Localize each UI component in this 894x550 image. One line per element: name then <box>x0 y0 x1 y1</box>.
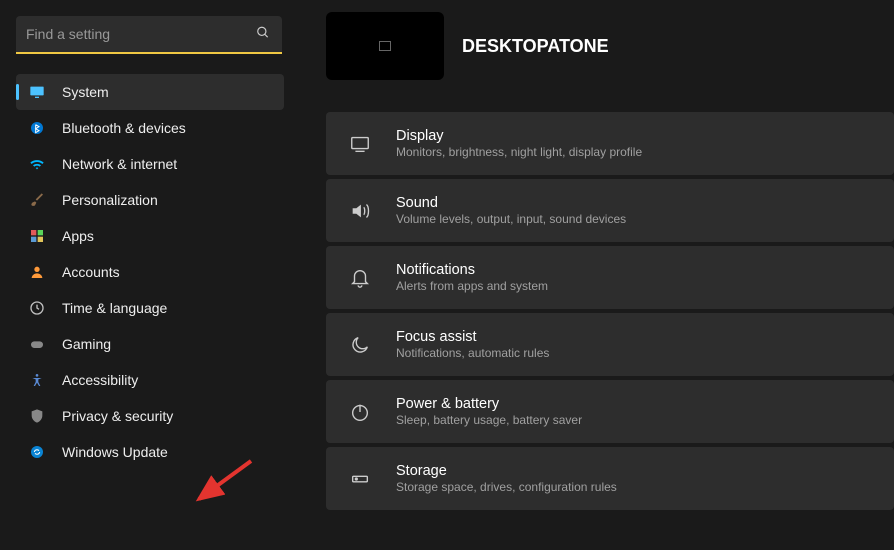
sidebar-item-label: Apps <box>62 228 94 244</box>
sidebar-item-bluetooth-devices[interactable]: Bluetooth & devices <box>16 110 284 146</box>
sidebar-item-windows-update[interactable]: Windows Update <box>16 434 284 470</box>
clock-globe-icon <box>28 299 46 317</box>
settings-card-focus-assist[interactable]: Focus assistNotifications, automatic rul… <box>326 313 894 376</box>
sidebar-item-label: Privacy & security <box>62 408 173 424</box>
card-title: Focus assist <box>396 329 549 345</box>
gaming-icon <box>28 335 46 353</box>
sidebar-item-label: Accessibility <box>62 372 138 388</box>
sidebar-item-system[interactable]: System <box>16 74 284 110</box>
system-header: DESKTOPATONE <box>300 12 894 80</box>
person-icon <box>28 263 46 281</box>
settings-card-notifications[interactable]: NotificationsAlerts from apps and system <box>326 246 894 309</box>
card-title: Storage <box>396 463 617 479</box>
apps-icon <box>28 227 46 245</box>
card-description: Volume levels, output, input, sound devi… <box>396 212 626 226</box>
card-description: Monitors, brightness, night light, displ… <box>396 145 642 159</box>
card-description: Notifications, automatic rules <box>396 346 549 360</box>
search-container <box>16 16 282 54</box>
card-description: Storage space, drives, configuration rul… <box>396 480 617 494</box>
card-title: Sound <box>396 195 626 211</box>
search-input[interactable] <box>16 16 282 54</box>
monitor-icon <box>28 83 46 101</box>
sidebar-item-label: Windows Update <box>62 444 168 460</box>
moon-icon <box>348 334 372 356</box>
sidebar-item-network-internet[interactable]: Network & internet <box>16 146 284 182</box>
sidebar-item-time-language[interactable]: Time & language <box>16 290 284 326</box>
sidebar-item-accounts[interactable]: Accounts <box>16 254 284 290</box>
storage-icon <box>348 468 372 490</box>
sidebar-item-apps[interactable]: Apps <box>16 218 284 254</box>
update-icon <box>28 443 46 461</box>
settings-card-display[interactable]: DisplayMonitors, brightness, night light… <box>326 112 894 175</box>
bell-icon <box>348 267 372 289</box>
sidebar-item-gaming[interactable]: Gaming <box>16 326 284 362</box>
display-icon <box>348 133 372 155</box>
sidebar-item-label: System <box>62 84 109 100</box>
card-title: Power & battery <box>396 396 582 412</box>
card-title: Display <box>396 128 642 144</box>
settings-card-sound[interactable]: SoundVolume levels, output, input, sound… <box>326 179 894 242</box>
sidebar-item-label: Network & internet <box>62 156 177 172</box>
sidebar-item-accessibility[interactable]: Accessibility <box>16 362 284 398</box>
accessibility-icon <box>28 371 46 389</box>
card-description: Sleep, battery usage, battery saver <box>396 413 582 427</box>
settings-card-power-battery[interactable]: Power & batterySleep, battery usage, bat… <box>326 380 894 443</box>
brush-icon <box>28 191 46 209</box>
bluetooth-icon <box>28 119 46 137</box>
sidebar-item-label: Accounts <box>62 264 120 280</box>
card-title: Notifications <box>396 262 548 278</box>
sidebar-item-label: Bluetooth & devices <box>62 120 186 136</box>
wifi-icon <box>28 155 46 173</box>
device-thumbnail <box>326 12 444 80</box>
power-icon <box>348 401 372 423</box>
shield-icon <box>28 407 46 425</box>
sidebar-item-privacy-security[interactable]: Privacy & security <box>16 398 284 434</box>
sidebar-item-label: Personalization <box>62 192 158 208</box>
sidebar-item-label: Gaming <box>62 336 111 352</box>
sidebar-item-label: Time & language <box>62 300 167 316</box>
device-name: DESKTOPATONE <box>462 36 609 57</box>
settings-card-storage[interactable]: StorageStorage space, drives, configurat… <box>326 447 894 510</box>
sound-icon <box>348 200 372 222</box>
card-description: Alerts from apps and system <box>396 279 548 293</box>
sidebar-item-personalization[interactable]: Personalization <box>16 182 284 218</box>
